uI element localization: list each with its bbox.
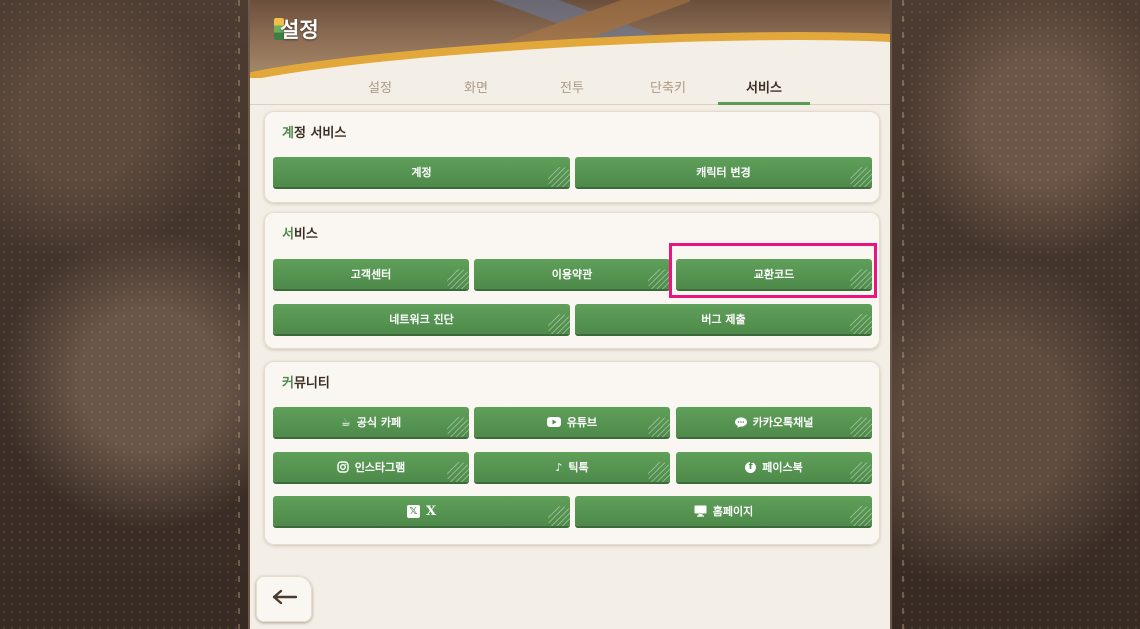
tiktok-icon: ♪ [555, 460, 563, 474]
bug-report-button[interactable]: 버그 제출 [575, 304, 872, 334]
account-service-section: 계정 서비스 계정 캐릭터 변경 [264, 111, 880, 203]
section-title-community-rest: 뮤니티 [293, 376, 330, 391]
kakao-channel-button-label: 카카오톡채널 [752, 416, 814, 429]
coffee-cup-icon: ☕ [340, 415, 351, 429]
homepage-button-label: 홈페이지 [712, 505, 754, 518]
page-title: 설정 [280, 18, 319, 42]
facebook-button[interactable]: f 페이스북 [676, 452, 872, 482]
tab-bar: 설정 화면 전투 단축키 서비스 [250, 76, 890, 105]
network-diagnosis-button-label: 네트워크 진단 [389, 313, 454, 326]
x-button-label: X [425, 503, 437, 519]
community-section: 커뮤니티 ☕ 공식 카페 유튜브 카카오톡채널 인스타그램 ♪ 틱톡 f 페이스… [264, 361, 880, 545]
tab-service[interactable]: 서비스 [718, 76, 810, 105]
facebook-icon: f [745, 461, 757, 473]
youtube-button[interactable]: 유튜브 [474, 407, 670, 437]
bug-report-button-label: 버그 제출 [701, 313, 746, 326]
homepage-button[interactable]: 홈페이지 [575, 496, 872, 526]
background-right [900, 0, 1140, 629]
change-character-button[interactable]: 캐릭터 변경 [575, 157, 872, 187]
section-title-community-first: 커 [282, 376, 294, 391]
instagram-icon [336, 461, 349, 473]
account-button[interactable]: 계정 [273, 157, 570, 187]
header-banner: 설정 [250, 0, 890, 78]
youtube-icon [546, 417, 561, 427]
settings-panel: 설정 설정 화면 전투 단축키 서비스 계정 서비스 계정 캐릭터 변경 서비스… [248, 0, 892, 629]
back-arrow-icon [270, 589, 298, 609]
official-cafe-button[interactable]: ☕ 공식 카페 [273, 407, 469, 437]
network-diagnosis-button[interactable]: 네트워크 진단 [273, 304, 570, 334]
section-title-account-first: 계 [282, 126, 294, 141]
section-title-service-first: 서 [282, 227, 294, 242]
section-title-service-rest: 비스 [293, 227, 318, 242]
decorative-rail-left [238, 0, 240, 629]
section-title-account-rest: 정 서비스 [293, 126, 347, 141]
customer-center-button-label: 고객센터 [350, 268, 392, 281]
x-button[interactable]: 𝕏 X [273, 496, 570, 526]
section-title-community: 커뮤니티 [282, 372, 330, 391]
monitor-icon [694, 505, 707, 517]
tiktok-button-label: 틱톡 [568, 461, 589, 474]
section-title-account: 계정 서비스 [282, 122, 346, 141]
section-title-service: 서비스 [282, 223, 318, 242]
service-section: 서비스 고객센터 이용약관 교환코드 네트워크 진단 버그 제출 [264, 212, 880, 349]
account-button-label: 계정 [411, 166, 432, 179]
terms-button[interactable]: 이용약관 [474, 259, 670, 289]
instagram-button[interactable]: 인스타그램 [273, 452, 469, 482]
kakao-channel-button[interactable]: 카카오톡채널 [676, 407, 872, 437]
customer-center-button[interactable]: 고객센터 [273, 259, 469, 289]
x-logo-icon: 𝕏 [406, 504, 420, 518]
kakao-chat-icon [734, 416, 747, 428]
coupon-code-button-label: 교환코드 [753, 268, 795, 281]
page-title-wrap: 설정 [274, 14, 319, 44]
tab-display[interactable]: 화면 [430, 76, 522, 104]
x-logo-icon-glyph: 𝕏 [406, 504, 420, 518]
official-cafe-button-label: 공식 카페 [356, 416, 402, 429]
terms-button-label: 이용약관 [551, 268, 593, 281]
change-character-button-label: 캐릭터 변경 [696, 166, 751, 179]
coupon-code-button[interactable]: 교환코드 [676, 259, 872, 289]
tab-settings[interactable]: 설정 [334, 76, 426, 104]
background-left [0, 0, 240, 629]
tiktok-button[interactable]: ♪ 틱톡 [474, 452, 670, 482]
facebook-button-label: 페이스북 [762, 461, 803, 474]
instagram-button-label: 인스타그램 [354, 461, 406, 474]
decorative-rail-right [902, 0, 904, 629]
tab-combat[interactable]: 전투 [526, 76, 618, 104]
facebook-icon-glyph: f [745, 461, 757, 473]
back-button[interactable] [256, 576, 312, 622]
tab-shortcuts[interactable]: 단축키 [622, 76, 714, 104]
youtube-button-label: 유튜브 [566, 416, 598, 429]
